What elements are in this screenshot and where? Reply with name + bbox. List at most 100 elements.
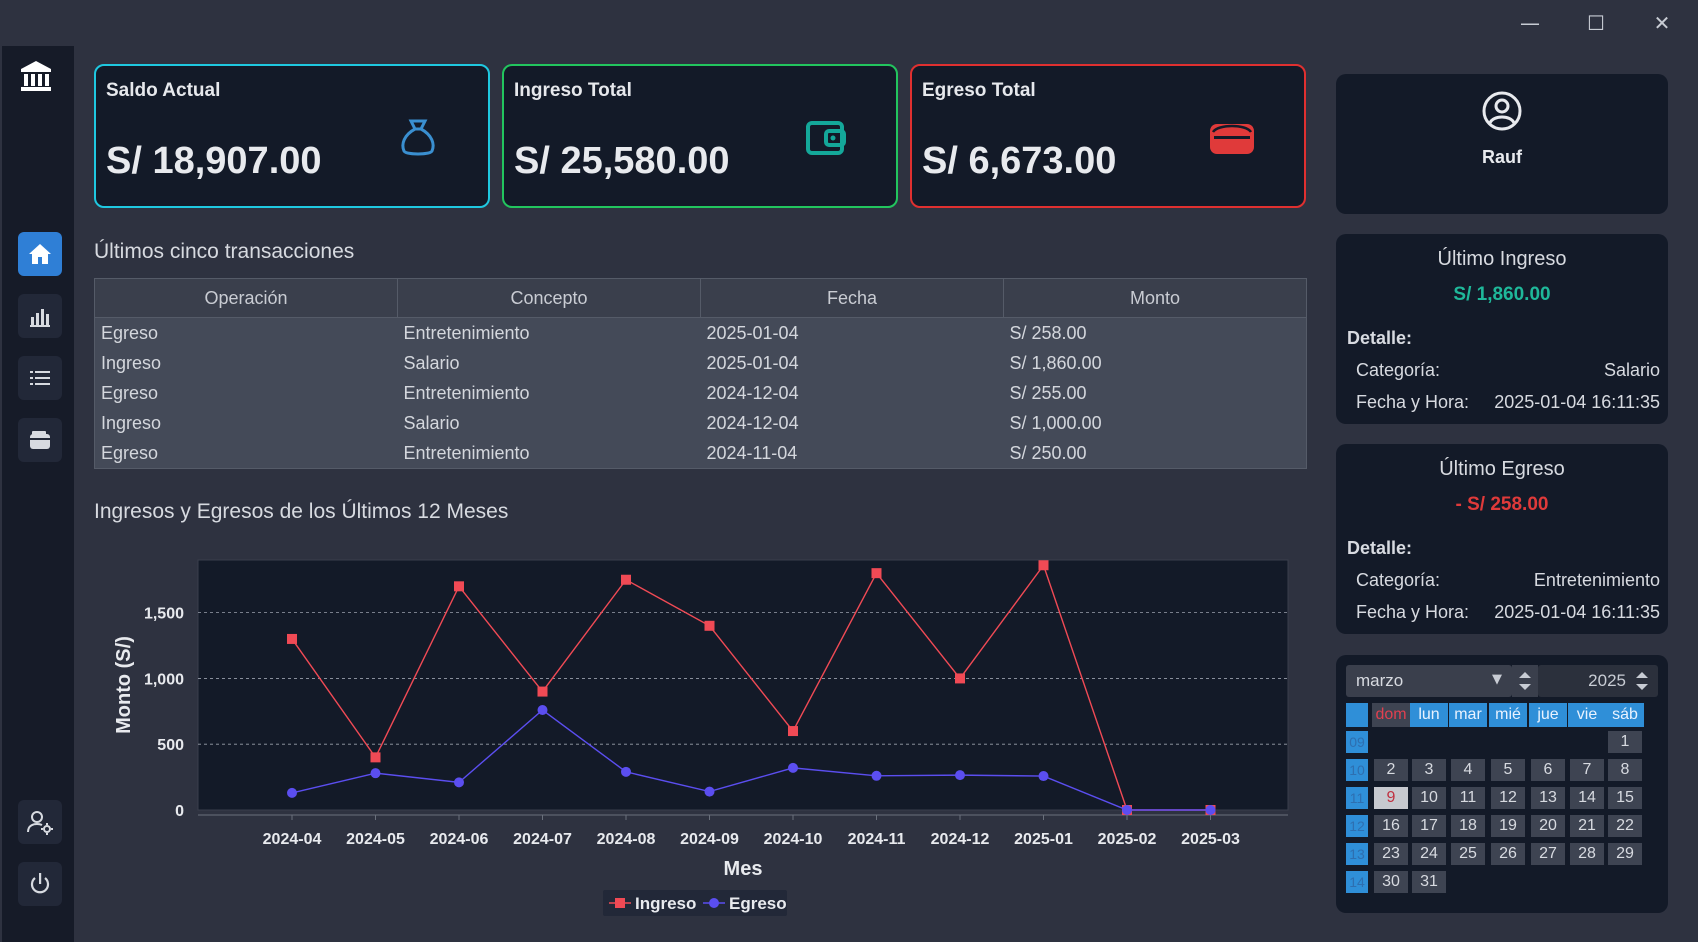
last-income-amount: S/ 1,860.00: [1453, 284, 1551, 305]
week-number: 11: [1346, 787, 1368, 809]
table-row[interactable]: Egreso Entretenimiento 2024-12-04 S/ 255.00: [95, 378, 1307, 408]
calendar-day[interactable]: 14: [1570, 787, 1604, 809]
calendar-day[interactable]: 11: [1451, 787, 1485, 809]
datetime-label: Fecha y Hora:: [1356, 602, 1470, 622]
wallet-icon: [804, 116, 848, 165]
year-spinbox[interactable]: 2025: [1538, 665, 1658, 697]
table-cell: S/ 1,000.00: [1009, 412, 1102, 433]
calendar-day[interactable]: 3: [1412, 759, 1446, 781]
column-header[interactable]: Operación: [94, 278, 398, 318]
sidebar: [2, 46, 74, 942]
table-row[interactable]: Egreso Entretenimiento 2025-01-04 S/ 258.00: [95, 318, 1307, 349]
close-button[interactable]: ✕: [1642, 8, 1682, 38]
nav-chart-button[interactable]: [18, 294, 62, 338]
transactions-table: Operación Concepto Fecha Monto Egreso Ent…: [94, 278, 1307, 469]
calendar-day[interactable]: 12: [1491, 787, 1525, 809]
table-cell: Ingreso: [101, 412, 162, 433]
plot-area: [197, 559, 1289, 811]
datetime-value: 2025-01-04 16:11:35: [1494, 392, 1660, 412]
nav-logout-button[interactable]: [18, 862, 62, 906]
calendar-day[interactable]: 15: [1608, 787, 1642, 809]
balance-value: S/ 18,907.00: [106, 140, 322, 182]
calendar-day[interactable]: 16: [1374, 815, 1408, 837]
category-value: Salario: [1603, 360, 1660, 380]
week-number: 09: [1346, 731, 1368, 753]
income-value: S/ 25,580.00: [514, 140, 730, 182]
calendar-day[interactable]: 21: [1570, 815, 1604, 837]
calendar-day[interactable]: 31: [1412, 871, 1446, 893]
calendar-day[interactable]: 24: [1412, 843, 1446, 865]
table-cell: S/ 1,860.00: [1009, 352, 1102, 373]
x-tick-label: 2025-02: [1098, 831, 1157, 848]
calendar-day[interactable]: 8: [1608, 759, 1642, 781]
balance-card: Saldo Actual S/ 18,907.00: [94, 64, 490, 208]
weekday-header: lun: [1410, 703, 1448, 727]
user-name: Rauf: [1482, 147, 1522, 167]
calendar-day[interactable]: 9: [1374, 787, 1408, 809]
calendar-day[interactable]: 22: [1608, 815, 1642, 837]
table-cell: S/ 250.00: [1009, 442, 1087, 463]
calendar-day[interactable]: 29: [1608, 843, 1642, 865]
calendar-day[interactable]: 1: [1608, 731, 1642, 753]
legend-label: Ingreso: [635, 894, 696, 913]
nav-home-button[interactable]: [18, 232, 62, 276]
weekday-header: sáb: [1606, 703, 1644, 727]
nav-wallet-button[interactable]: [18, 418, 62, 462]
maximize-button[interactable]: ☐: [1576, 8, 1616, 38]
x-tick-label: 2024-11: [848, 831, 906, 848]
calendar-day[interactable]: 2: [1374, 759, 1408, 781]
table-row[interactable]: Ingreso Salario 2024-12-04 S/ 1,000.00: [95, 408, 1307, 438]
nav-user-settings-button[interactable]: [18, 800, 62, 844]
calendar-day[interactable]: 30: [1374, 871, 1408, 893]
data-point: [871, 568, 882, 579]
calendar-day[interactable]: 18: [1451, 815, 1485, 837]
calendar-day[interactable]: 4: [1451, 759, 1485, 781]
user-panel[interactable]: Rauf: [1336, 74, 1668, 214]
calendar-day[interactable]: 19: [1491, 815, 1525, 837]
expense-title: Egreso Total: [922, 80, 1036, 101]
week-header-corner: [1346, 703, 1368, 727]
table-cell: Entretenimiento: [403, 322, 530, 343]
month-select[interactable]: marzo ▼: [1346, 665, 1512, 697]
x-tick-label: 2024-04: [263, 831, 322, 848]
table-cell: 2024-11-04: [706, 442, 798, 463]
minimize-button[interactable]: —: [1510, 8, 1550, 38]
week-number: 10: [1346, 759, 1368, 781]
calendar-day[interactable]: 27: [1531, 843, 1565, 865]
calendar-day[interactable]: 13: [1531, 787, 1565, 809]
column-header[interactable]: Concepto: [397, 278, 701, 318]
week-number: 12: [1346, 815, 1368, 837]
table-row[interactable]: Ingreso Salario 2025-01-04 S/ 1,860.00: [95, 348, 1307, 378]
calendar-day[interactable]: 20: [1531, 815, 1565, 837]
calendar-day[interactable]: 23: [1374, 843, 1408, 865]
calendar-day[interactable]: 5: [1491, 759, 1525, 781]
data-point: [1122, 805, 1132, 815]
table-cell: Egreso: [101, 322, 159, 343]
calendar-day[interactable]: 7: [1570, 759, 1604, 781]
calendar-day[interactable]: 6: [1531, 759, 1565, 781]
nav-list-button[interactable]: [18, 356, 62, 400]
title-bar: — ☐ ✕: [0, 0, 1698, 46]
table-cell: 2024-12-04: [706, 382, 799, 403]
table-cell: Entretenimiento: [403, 382, 530, 403]
data-point: [287, 787, 297, 798]
x-tick-label: 2024-06: [430, 831, 489, 848]
table-row[interactable]: Egreso Entretenimiento 2024-11-04 S/ 250.00: [95, 438, 1307, 469]
calendar-day[interactable]: 25: [1451, 843, 1485, 865]
table-cell: Egreso: [101, 442, 159, 463]
month-spinner[interactable]: [1512, 665, 1538, 697]
column-header[interactable]: Monto: [1003, 278, 1307, 318]
calendar-day[interactable]: 26: [1491, 843, 1525, 865]
calendar-day[interactable]: 17: [1412, 815, 1446, 837]
column-header[interactable]: Fecha: [700, 278, 1004, 318]
legend-label: Egreso: [729, 894, 787, 913]
bar-chart-icon: [30, 309, 50, 327]
home-icon: [29, 244, 51, 264]
calendar-day[interactable]: 10: [1412, 787, 1446, 809]
table-cell: 2025-01-04: [706, 322, 799, 343]
calendar-day[interactable]: 28: [1570, 843, 1604, 865]
y-tick-label: 1,000: [144, 671, 184, 688]
table-cell: 2025-01-04: [706, 352, 799, 373]
legend-marker: [709, 898, 719, 908]
detail-label: Detalle:: [1347, 328, 1413, 348]
